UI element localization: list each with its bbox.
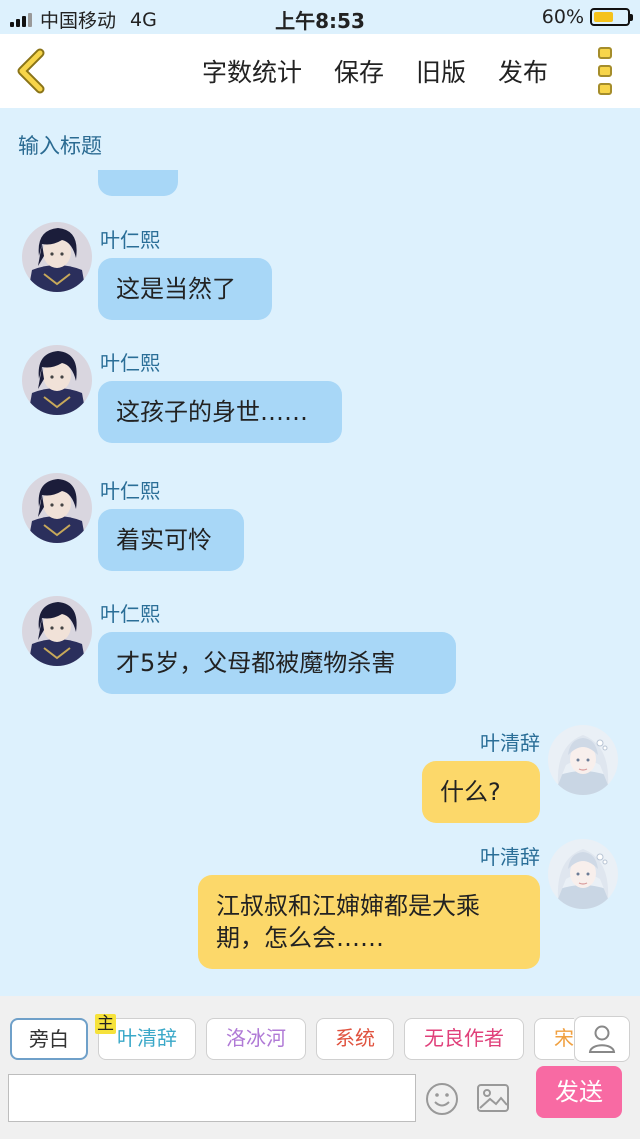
emoji-button[interactable] <box>425 1082 459 1116</box>
battery-percent: 60% <box>541 6 584 28</box>
host-badge: 主 <box>95 1014 116 1034</box>
nav-bar: 字数统计 保存 旧版 发布 <box>0 34 640 108</box>
user-icon <box>588 1025 616 1053</box>
avatar[interactable] <box>22 596 92 666</box>
battery-icon <box>590 8 633 26</box>
word-count-button[interactable]: 字数统计 <box>202 53 302 89</box>
more-button[interactable] <box>598 47 616 95</box>
message-bubble[interactable]: 才5岁，父母都被魔物杀害 <box>98 632 456 694</box>
nav-actions: 字数统计 保存 旧版 发布 <box>202 34 548 108</box>
role-manage-button[interactable] <box>574 1016 630 1062</box>
old-version-button[interactable]: 旧版 <box>416 53 466 89</box>
image-icon <box>477 1084 509 1112</box>
speaker-name: 叶清辞 <box>480 731 540 755</box>
message-bubble-partial <box>98 170 178 196</box>
battery-fill <box>594 12 614 22</box>
avatar[interactable] <box>22 473 92 543</box>
message-bubble[interactable]: 这孩子的身世…… <box>98 381 342 443</box>
chevron-left-icon <box>17 48 45 94</box>
speaker-name: 叶清辞 <box>480 845 540 869</box>
send-button[interactable]: 发送 <box>536 1066 622 1118</box>
avatar[interactable] <box>22 345 92 415</box>
message-bubble[interactable]: 什么? <box>422 761 540 823</box>
role-chip[interactable]: 无良作者 <box>404 1018 524 1060</box>
message-bubble[interactable]: 着实可怜 <box>98 509 244 571</box>
speaker-name: 叶仁熙 <box>100 479 160 503</box>
image-button[interactable] <box>476 1082 510 1114</box>
status-bar: 中国移动 4G 上午8:53 60% <box>0 0 640 34</box>
chat-area[interactable]: 叶仁熙 这是当然了 叶仁熙 这孩子的身世…… 叶仁熙 着实可怜 叶仁熙 才5岁，父母都被魔物杀… <box>0 170 640 996</box>
message-bubble[interactable]: 江叔叔和江婶婶都是大乘期，怎么会…… <box>198 875 540 969</box>
back-button[interactable] <box>14 48 54 94</box>
status-right: 60% <box>541 6 633 28</box>
message-input[interactable] <box>8 1074 416 1122</box>
speaker-name: 叶仁熙 <box>100 228 160 252</box>
message-bubble[interactable]: 这是当然了 <box>98 258 272 320</box>
avatar[interactable] <box>548 839 618 909</box>
speaker-name: 叶仁熙 <box>100 351 160 375</box>
title-input[interactable]: 输入标题 <box>18 130 102 160</box>
role-chip[interactable]: 旁白 <box>10 1018 88 1060</box>
smiley-icon <box>426 1083 458 1115</box>
speaker-name: 叶仁熙 <box>100 602 160 626</box>
composer-area: 主 旁白 叶清辞 洛冰河 系统 无良作者宋 发送 <box>0 996 640 1139</box>
avatar[interactable] <box>22 222 92 292</box>
more-vertical-icon <box>598 47 612 59</box>
role-chip[interactable]: 洛冰河 <box>206 1018 306 1060</box>
avatar[interactable] <box>548 725 618 795</box>
save-button[interactable]: 保存 <box>334 53 384 89</box>
role-chip[interactable]: 系统 <box>316 1018 394 1060</box>
role-chip[interactable]: 宋 <box>534 1018 574 1060</box>
publish-button[interactable]: 发布 <box>498 53 548 89</box>
